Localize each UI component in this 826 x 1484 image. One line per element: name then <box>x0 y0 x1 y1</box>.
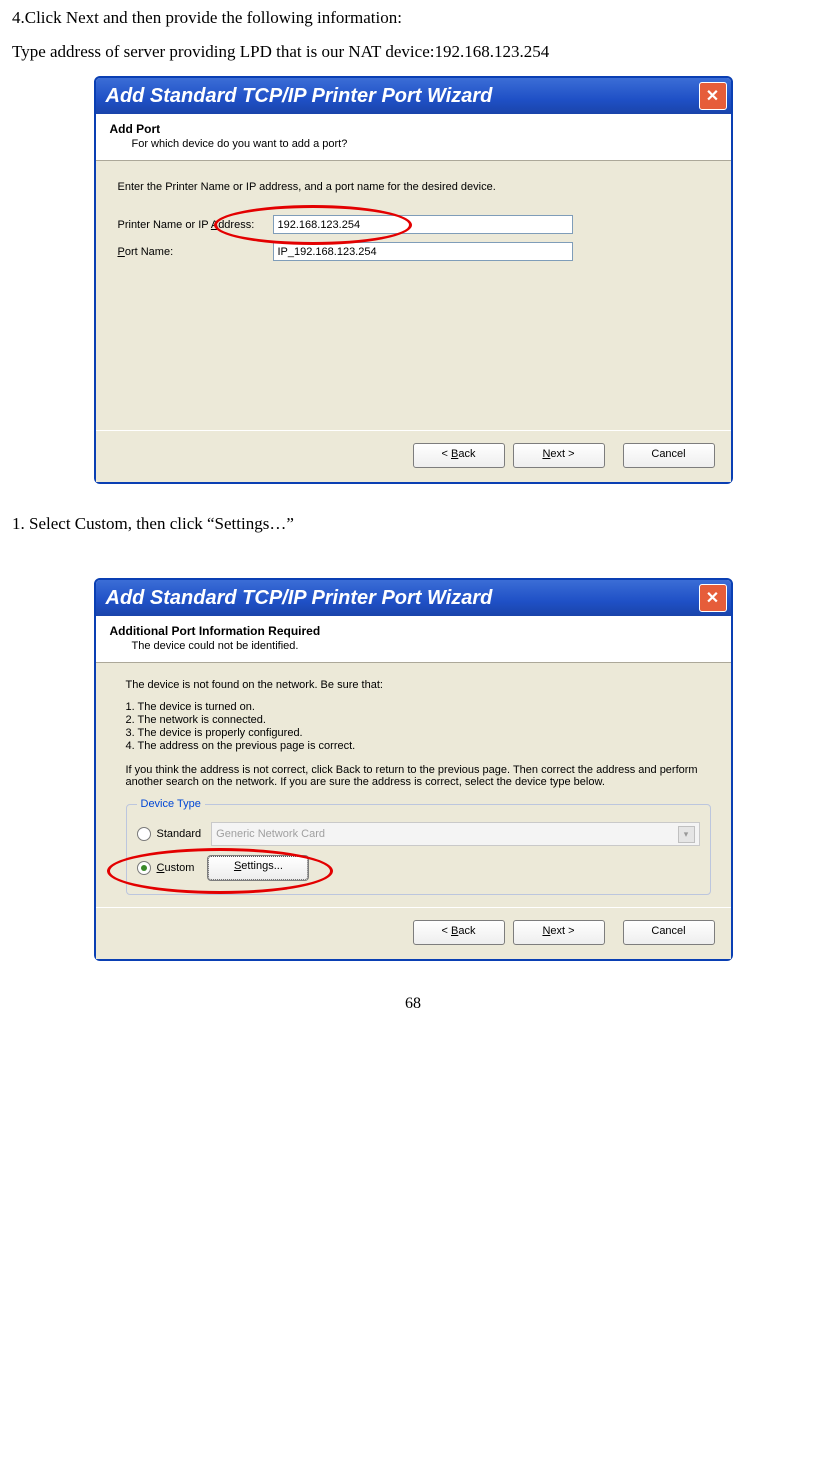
instruction-step4-sub: Type address of server providing LPD tha… <box>12 42 814 62</box>
standard-combo: Generic Network Card ▾ <box>211 822 699 846</box>
dialog-body: The device is not found on the network. … <box>96 663 731 907</box>
close-icon[interactable]: ✕ <box>699 584 727 612</box>
back-button[interactable]: < Back <box>413 443 505 468</box>
label-custom: Custom <box>157 862 195 874</box>
instruction-step4: 4.Click Next and then provide the follow… <box>12 8 814 28</box>
instruction-step1: 1. Select Custom, then click “Settings…” <box>12 514 814 534</box>
header-title: Additional Port Information Required <box>110 624 721 638</box>
port-input[interactable] <box>273 242 573 261</box>
body-text: The device is not found on the network. … <box>126 679 711 788</box>
next-button[interactable]: Next > <box>513 443 605 468</box>
window-title: Add Standard TCP/IP Printer Port Wizard <box>106 587 493 610</box>
header-subtitle: The device could not be identified. <box>132 640 721 652</box>
dialog-header: Add Port For which device do you want to… <box>96 114 731 161</box>
label-port: Port Name: <box>118 246 273 258</box>
chevron-down-icon: ▾ <box>678 826 695 843</box>
next-button[interactable]: Next > <box>513 920 605 945</box>
radio-custom[interactable] <box>137 861 151 875</box>
address-input[interactable] <box>273 215 573 234</box>
titlebar: Add Standard TCP/IP Printer Port Wizard … <box>96 580 731 616</box>
dialog-body: Enter the Printer Name or IP address, an… <box>96 161 731 430</box>
header-title: Add Port <box>110 122 721 136</box>
cancel-button[interactable]: Cancel <box>623 443 715 468</box>
back-button[interactable]: < Back <box>413 920 505 945</box>
group-legend: Device Type <box>137 798 205 810</box>
device-type-group: Device Type Standard Generic Network Car… <box>126 798 711 895</box>
dialog-header: Additional Port Information Required The… <box>96 616 731 663</box>
add-port-dialog: Add Standard TCP/IP Printer Port Wizard … <box>94 76 733 484</box>
label-address: Printer Name or IP Address: <box>118 219 273 231</box>
additional-info-dialog: Add Standard TCP/IP Printer Port Wizard … <box>94 578 733 961</box>
radio-standard[interactable] <box>137 827 151 841</box>
titlebar: Add Standard TCP/IP Printer Port Wizard … <box>96 78 731 114</box>
button-row: < Back Next > Cancel <box>96 907 731 959</box>
cancel-button[interactable]: Cancel <box>623 920 715 945</box>
close-icon[interactable]: ✕ <box>699 82 727 110</box>
label-standard: Standard <box>157 828 202 840</box>
prompt-text: Enter the Printer Name or IP address, an… <box>118 181 709 193</box>
button-row: < Back Next > Cancel <box>96 430 731 482</box>
page-number: 68 <box>12 995 814 1013</box>
window-title: Add Standard TCP/IP Printer Port Wizard <box>106 85 493 108</box>
settings-button[interactable]: Settings... <box>208 856 308 880</box>
header-subtitle: For which device do you want to add a po… <box>132 138 721 150</box>
